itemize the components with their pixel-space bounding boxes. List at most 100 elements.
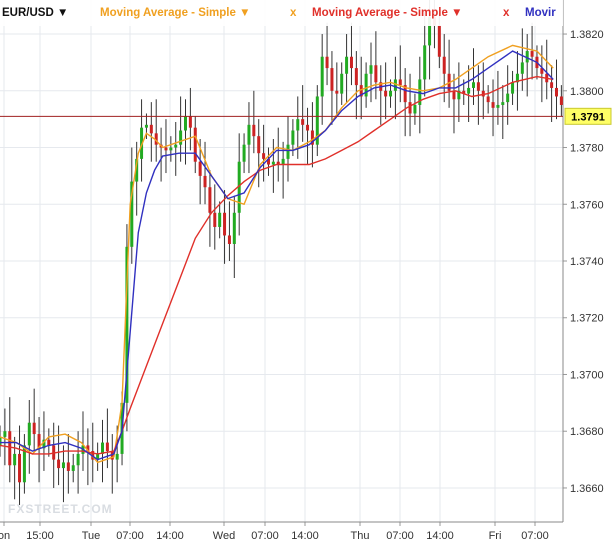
candle-body (223, 212, 227, 236)
candle-body (389, 90, 393, 97)
candle-body (554, 87, 558, 97)
x-tick-label: 15:00 (26, 530, 54, 542)
candle-body (291, 130, 295, 145)
candle-body (164, 147, 168, 151)
candle-body (257, 136, 261, 154)
candle-body (281, 158, 285, 165)
x-tick-label: 07:00 (386, 530, 414, 542)
candle-body (3, 431, 7, 437)
x-tick-label: 07:00 (116, 530, 144, 542)
candle-body (335, 90, 339, 94)
candle-body (227, 235, 231, 244)
candle-body (115, 453, 119, 460)
candle-body (13, 453, 17, 466)
candle-body (66, 462, 70, 471)
candle-body (18, 453, 22, 483)
candle-body (476, 82, 480, 91)
y-tick-label: 1.3660 (570, 483, 604, 495)
indicator-label: Moving Average - Simple (312, 7, 448, 19)
candle-body (340, 73, 344, 94)
close-icon[interactable]: x (503, 7, 509, 19)
candle-body (520, 62, 524, 74)
x-tick-label: Wed (213, 530, 235, 542)
candle-body (8, 431, 12, 466)
candle-body (320, 56, 324, 97)
candle-body (472, 82, 476, 88)
candle-body (296, 119, 300, 131)
candle-body (262, 153, 266, 159)
close-icon[interactable]: x (290, 7, 296, 19)
y-tick-label: 1.3780 (570, 143, 604, 155)
indicator-toolbar: EUR/USD ▼ Moving Average - Simple ▼ x Mo… (0, 0, 563, 26)
indicator-ma-2[interactable]: Moving Average - Simple ▼ (312, 7, 463, 19)
candle-body (501, 102, 505, 105)
candle-body (252, 124, 256, 137)
candle-body (232, 212, 236, 244)
candle-body (330, 68, 334, 91)
candle-body (193, 127, 197, 162)
candle-body (437, 25, 441, 57)
candle-body (32, 422, 36, 435)
candle-body (271, 161, 275, 165)
current-price-label: 1.3791 (571, 111, 605, 123)
candle-body (413, 104, 417, 114)
y-tick-label: 1.3820 (570, 29, 604, 41)
candle-body (408, 102, 412, 114)
y-tick-label: 1.3740 (570, 256, 604, 268)
candle-body (506, 93, 510, 103)
candle-body (354, 68, 358, 86)
candle-body (242, 144, 246, 162)
candle-body (530, 51, 534, 57)
candle-body (0, 436, 2, 446)
indicator-label: Moving Average - Simple (100, 7, 236, 19)
x-tick-label: 07:00 (521, 530, 549, 542)
candle-body (325, 56, 329, 69)
x-tick-label: 14:00 (291, 530, 319, 542)
candle-body (286, 144, 290, 159)
chevron-down-icon: ▼ (451, 7, 463, 19)
candle-body (76, 453, 80, 466)
candle-body (452, 90, 456, 100)
x-tick-label: Thu (351, 530, 370, 542)
candle-body (27, 422, 31, 446)
candle-body (374, 65, 378, 83)
candle-body (144, 124, 148, 128)
y-tick-label: 1.3700 (570, 369, 604, 381)
chevron-down-icon: ▼ (56, 7, 69, 19)
candle-body (208, 187, 212, 213)
candle-body (149, 124, 153, 134)
y-tick-label: 1.3760 (570, 199, 604, 211)
candle-body (179, 130, 183, 145)
candle-body (183, 116, 187, 131)
candle-body (491, 102, 495, 108)
candle-body (345, 56, 349, 74)
x-tick-label: 14:00 (156, 530, 184, 542)
candle-body (71, 465, 75, 471)
candle-body (486, 96, 490, 103)
candle-body (218, 212, 222, 227)
candle-body (442, 56, 446, 74)
symbol-label: EUR/USD (2, 7, 54, 19)
symbol-selector[interactable]: EUR/USD ▼ (2, 7, 68, 19)
candle-body (105, 442, 109, 452)
chevron-down-icon: ▼ (239, 7, 251, 19)
candle-body (550, 82, 554, 88)
candle-body (57, 459, 61, 469)
candle-body (511, 82, 515, 94)
candle-body (169, 147, 173, 151)
candle-body (203, 175, 207, 188)
candle-body (306, 124, 310, 131)
candle-body (369, 65, 373, 74)
x-tick-label: 14:00 (426, 530, 454, 542)
candle-body (247, 124, 251, 145)
price-chart[interactable]: 1.3660 1.3680 1.3700 1.3720 1.3740 1.3760 1.37… (0, 0, 615, 558)
indicator-label: Movir (525, 7, 556, 19)
y-tick-label: 1.3720 (570, 313, 604, 325)
indicator-ma-1[interactable]: Moving Average - Simple ▼ (100, 7, 251, 19)
candle-body (423, 45, 427, 80)
candle-body (349, 56, 353, 69)
candle-body (301, 119, 305, 125)
chart-stage: 1.3660 1.3680 1.3700 1.3720 1.3740 1.3760 1.37… (0, 0, 615, 558)
x-tick-label: on (0, 530, 10, 542)
indicator-ma-3[interactable]: Movir (525, 7, 556, 19)
